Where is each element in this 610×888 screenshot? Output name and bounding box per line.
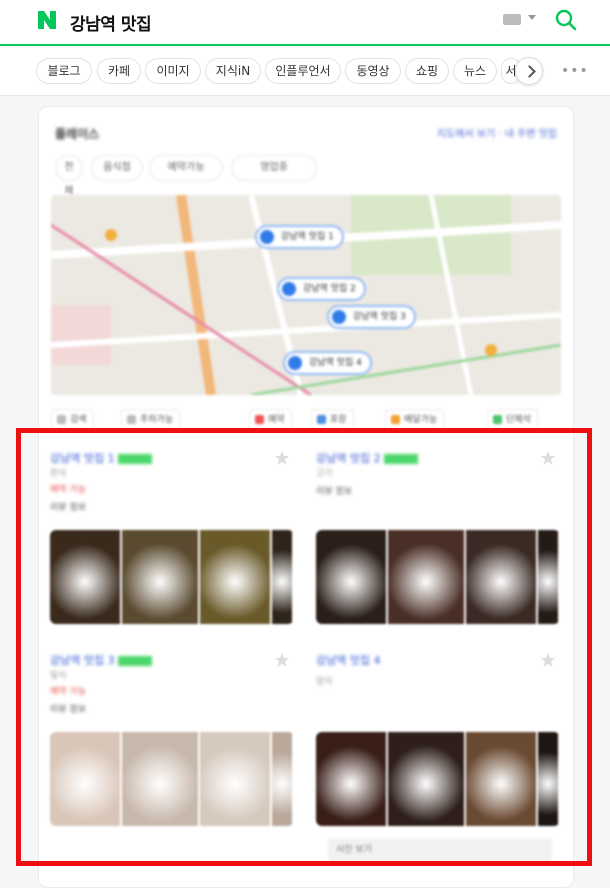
- map-pin[interactable]: 강남역 맛집 2: [277, 277, 366, 301]
- keyboard-icon[interactable]: [503, 14, 521, 25]
- result-photo[interactable]: [538, 732, 558, 826]
- result-photo[interactable]: [388, 530, 464, 624]
- result-category: 일식: [50, 671, 67, 681]
- place-result[interactable]: 강남역 맛집 3 일식 예약 가능 리뷰 정보: [50, 652, 294, 832]
- result-name[interactable]: 강남역 맛집 4: [316, 652, 381, 668]
- place-map[interactable]: 강남역 맛집 1 강남역 맛집 2 강남역 맛집 3 강남역 맛집 4: [51, 195, 561, 395]
- filter-chip[interactable]: 주차가능: [121, 409, 181, 431]
- result-photo[interactable]: [538, 530, 558, 624]
- result-name[interactable]: 강남역 맛집 1: [50, 450, 152, 466]
- tab-influencer[interactable]: 인플루언서: [265, 58, 341, 84]
- result-photo[interactable]: [200, 530, 270, 624]
- result-promo: 예약 가능: [50, 485, 86, 495]
- map-pin-dot-icon: [288, 356, 302, 370]
- result-promo: 예약 가능: [50, 687, 86, 697]
- result-badge: [117, 656, 152, 666]
- result-photo[interactable]: [200, 732, 270, 826]
- more-options-icon[interactable]: •••: [561, 63, 588, 79]
- search-query[interactable]: 강남역 맛집: [70, 10, 152, 35]
- result-photo-strip[interactable]: [50, 530, 294, 624]
- search-tab-row: 블로그 카페 이미지 지식iN 인플루언서 동영상 쇼핑 뉴스 서 •••: [0, 48, 610, 96]
- tab-next-arrow-icon[interactable]: [515, 57, 543, 85]
- filter-chip[interactable]: 단체석: [487, 409, 538, 431]
- filter-icon: [255, 415, 264, 424]
- result-category: 양식: [316, 677, 333, 687]
- result-photo-strip[interactable]: [316, 530, 560, 624]
- result-name[interactable]: 강남역 맛집 3: [50, 652, 152, 668]
- bookmark-star-icon[interactable]: [540, 450, 556, 466]
- place-result[interactable]: 강남역 맛집 1 한식 예약 가능 리뷰 정보: [50, 450, 294, 630]
- map-pin[interactable]: 강남역 맛집 4: [283, 351, 372, 375]
- place-meta-links[interactable]: 지도에서 보기 · 내 주변 맛집: [437, 125, 557, 140]
- place-filter-row: 검색 주차가능 예약 포장 배달가능 단체석: [51, 409, 561, 433]
- filter-icon: [493, 415, 502, 424]
- result-name[interactable]: 강남역 맛집 2: [316, 450, 418, 466]
- naver-logo-icon[interactable]: [36, 9, 58, 31]
- result-description: 리뷰 정보: [50, 503, 86, 513]
- place-result[interactable]: 강남역 맛집 2 고기 리뷰 정보: [316, 450, 560, 630]
- map-pin-dot-icon: [282, 282, 296, 296]
- search-bar: 강남역 맛집: [0, 0, 610, 46]
- result-photo[interactable]: [122, 732, 198, 826]
- result-photo-strip[interactable]: [50, 732, 294, 826]
- result-photo[interactable]: [272, 530, 292, 624]
- result-category: 한식: [50, 469, 67, 479]
- map-pin-dot-icon: [332, 310, 346, 324]
- result-badge: [383, 454, 418, 464]
- place-chip[interactable]: 영업중: [231, 155, 317, 181]
- chevron-down-icon[interactable]: [528, 15, 536, 20]
- map-pin[interactable]: 강남역 맛집 3: [327, 305, 416, 329]
- tab-news[interactable]: 뉴스: [453, 58, 497, 84]
- tab-video[interactable]: 동영상: [345, 58, 401, 84]
- result-photo[interactable]: [388, 732, 464, 826]
- tab-kin[interactable]: 지식iN: [205, 58, 261, 84]
- place-chip[interactable]: 전체: [55, 155, 83, 197]
- place-chip[interactable]: 음식점: [91, 155, 143, 181]
- result-photo[interactable]: [316, 732, 386, 826]
- filter-chip[interactable]: 배달가능: [385, 409, 445, 431]
- result-photo[interactable]: [50, 530, 120, 624]
- result-photo[interactable]: [466, 732, 536, 826]
- filter-icon: [127, 415, 136, 424]
- bookmark-star-icon[interactable]: [540, 652, 556, 668]
- result-footer[interactable]: 사진 보기: [328, 838, 552, 862]
- place-chip[interactable]: 예약가능: [149, 155, 223, 181]
- map-pin-dot-icon: [260, 230, 274, 244]
- result-badge: [117, 454, 152, 464]
- filter-icon: [57, 415, 66, 424]
- bookmark-star-icon[interactable]: [274, 652, 290, 668]
- bookmark-star-icon[interactable]: [274, 450, 290, 466]
- filter-chip[interactable]: 포장: [311, 409, 354, 431]
- tab-cafe[interactable]: 카페: [97, 58, 141, 84]
- result-description: 리뷰 정보: [316, 487, 352, 497]
- result-photo[interactable]: [50, 732, 120, 826]
- result-photo[interactable]: [272, 732, 292, 826]
- filter-chip[interactable]: 예약: [249, 409, 292, 431]
- tab-image[interactable]: 이미지: [145, 58, 201, 84]
- filter-icon: [391, 415, 400, 424]
- result-photo-strip[interactable]: [316, 732, 560, 826]
- result-category: 고기: [316, 469, 333, 479]
- result-photo[interactable]: [466, 530, 536, 624]
- place-result[interactable]: 강남역 맛집 4 양식: [316, 652, 560, 832]
- result-description: 리뷰 정보: [50, 705, 86, 715]
- place-title: 플레이스: [55, 127, 100, 141]
- search-icon[interactable]: [555, 9, 577, 31]
- result-photo[interactable]: [316, 530, 386, 624]
- tab-shopping[interactable]: 쇼핑: [405, 58, 449, 84]
- filter-chip[interactable]: 검색: [51, 409, 94, 431]
- result-photo[interactable]: [122, 530, 198, 624]
- tab-blog[interactable]: 블로그: [36, 58, 92, 84]
- filter-icon: [317, 415, 326, 424]
- map-pin[interactable]: 강남역 맛집 1: [255, 225, 344, 249]
